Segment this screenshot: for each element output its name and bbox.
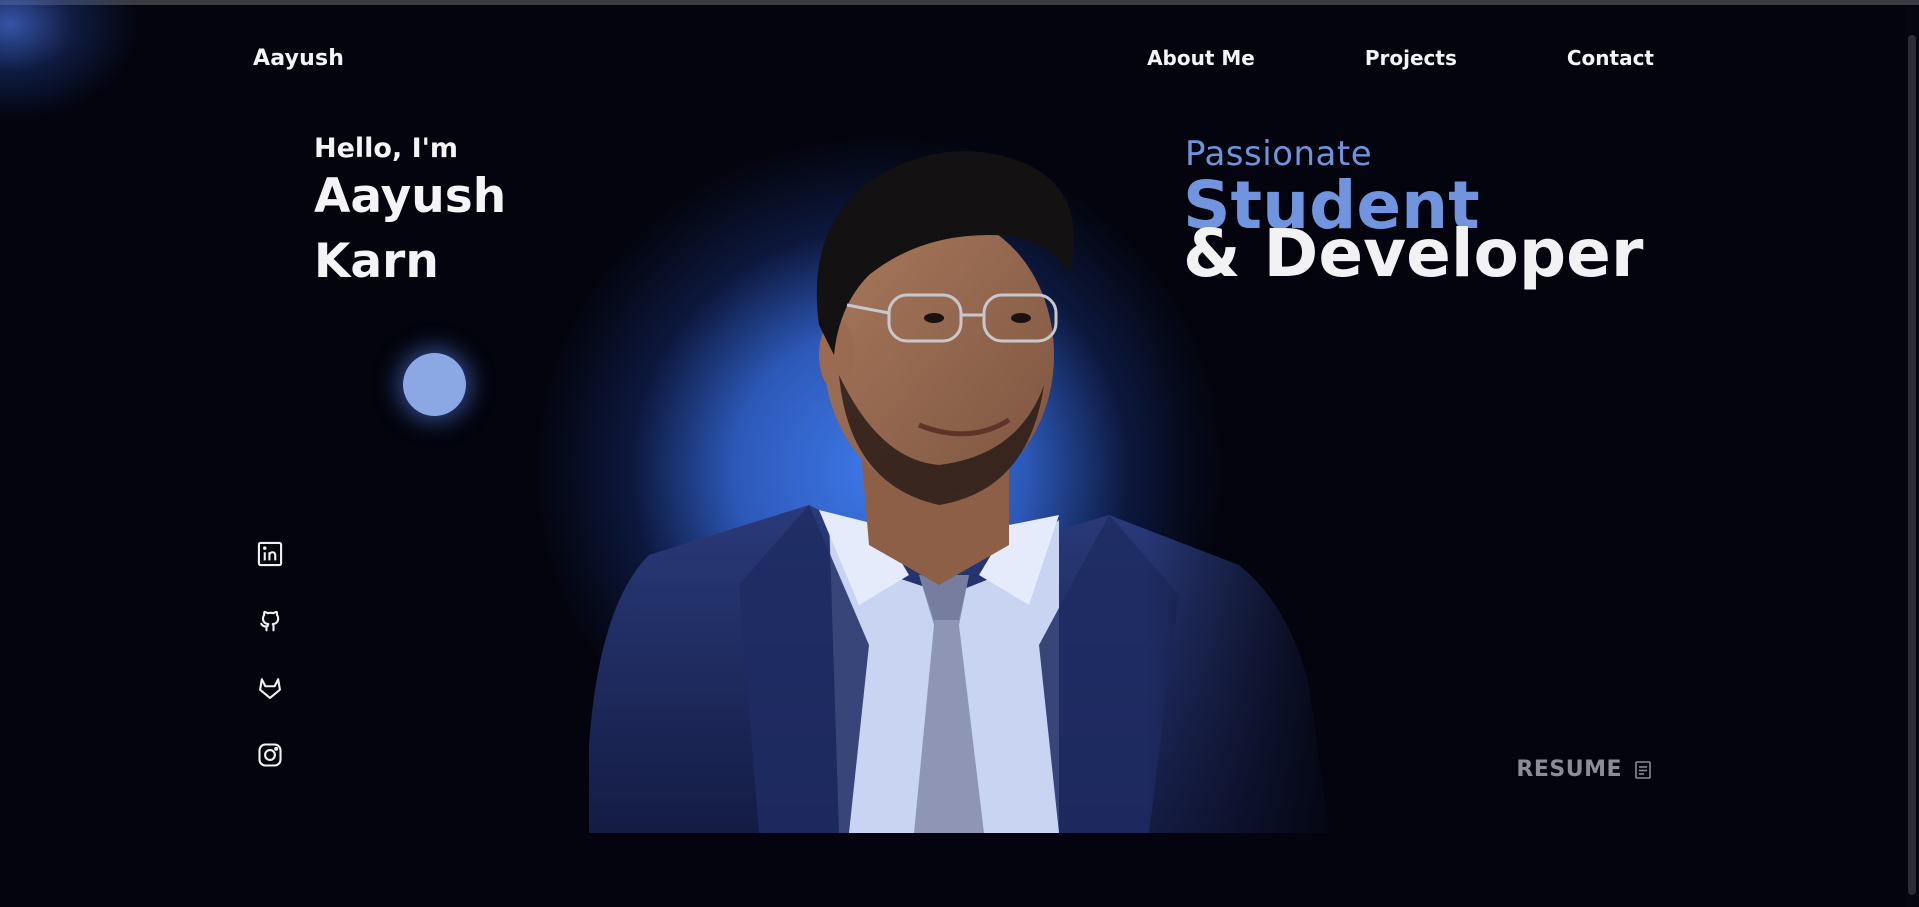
linkedin-link[interactable] bbox=[256, 540, 284, 568]
document-icon bbox=[1635, 760, 1651, 779]
hero-name-last: Karn bbox=[314, 234, 439, 289]
window-top-border bbox=[0, 0, 1919, 5]
instagram-link[interactable] bbox=[256, 741, 284, 769]
social-links bbox=[256, 540, 284, 769]
linkedin-icon bbox=[257, 541, 283, 567]
decorative-orb bbox=[403, 353, 466, 416]
github-icon bbox=[260, 610, 280, 632]
main-nav: About Me Projects Contact bbox=[1147, 46, 1654, 70]
hero-greeting: Hello, I'm bbox=[314, 133, 459, 164]
scrollbar[interactable] bbox=[1905, 5, 1919, 907]
github-link[interactable] bbox=[256, 607, 284, 635]
nav-projects[interactable]: Projects bbox=[1365, 46, 1457, 70]
tagline-developer: & Developer bbox=[1183, 215, 1644, 292]
nav-contact[interactable]: Contact bbox=[1567, 46, 1654, 70]
gitlab-icon bbox=[259, 678, 281, 699]
gitlab-link[interactable] bbox=[256, 674, 284, 702]
nav-about-me[interactable]: About Me bbox=[1147, 46, 1255, 70]
scrollbar-thumb[interactable] bbox=[1908, 35, 1916, 895]
brand-logo[interactable]: Aayush bbox=[253, 46, 344, 71]
instagram-icon bbox=[258, 743, 282, 767]
hero-name: Aayush Karn bbox=[314, 164, 506, 294]
corner-glow bbox=[0, 0, 140, 120]
hero-name-first: Aayush bbox=[314, 169, 507, 224]
resume-label: RESUME bbox=[1516, 757, 1622, 782]
resume-link[interactable]: RESUME bbox=[1516, 757, 1652, 782]
